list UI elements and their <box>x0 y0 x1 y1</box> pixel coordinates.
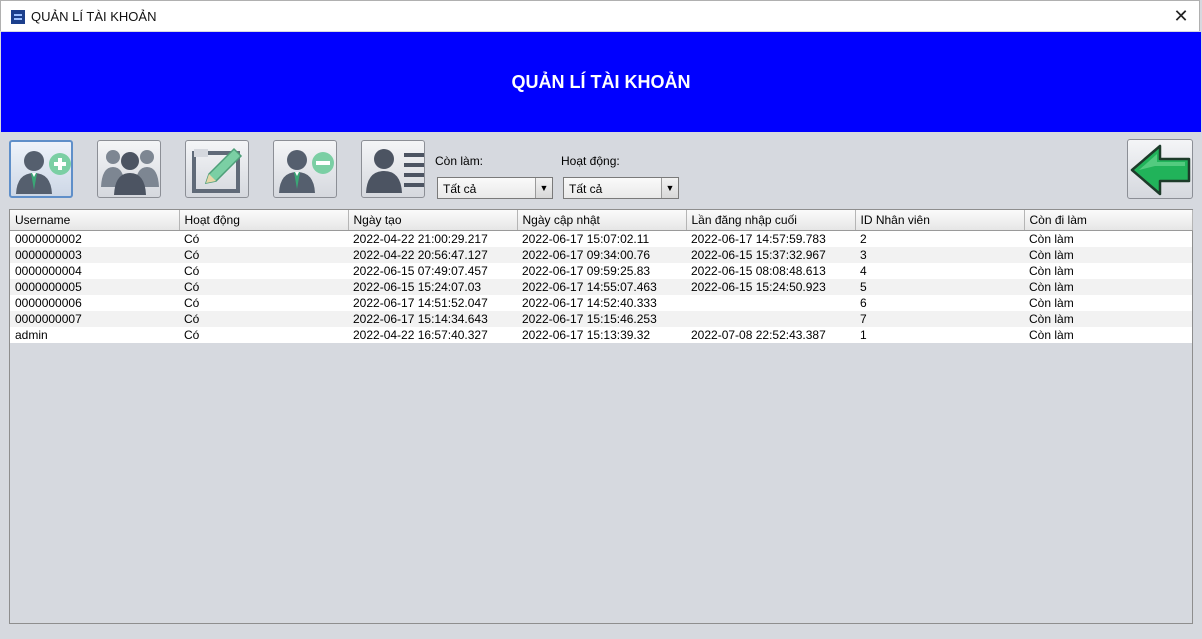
add-user-icon <box>16 151 71 194</box>
window-title: QUẢN LÍ TÀI KHOẢN <box>31 9 157 24</box>
table-cell[interactable]: 2022-06-17 15:15:46.253 <box>517 311 686 327</box>
table-cell[interactable]: 2022-06-15 15:24:07.03 <box>348 279 517 295</box>
column-header[interactable]: Hoạt động <box>179 210 349 231</box>
table-cell[interactable]: 1 <box>855 327 1024 343</box>
chevron-down-icon: ▼ <box>661 178 678 198</box>
table-cell[interactable]: Còn làm <box>1024 327 1192 343</box>
users-group-icon <box>101 150 159 195</box>
remove-user-button[interactable] <box>273 140 337 198</box>
table-cell[interactable] <box>686 295 855 311</box>
table-cell[interactable]: 0000000003 <box>10 247 179 263</box>
table-row[interactable]: admin Có 2022-04-22 16:57:40.327 2022-06-17… <box>10 327 1192 343</box>
table-cell[interactable]: admin <box>10 327 179 343</box>
column-header[interactable]: Ngày tạo <box>348 210 518 231</box>
table-cell[interactable]: 6 <box>855 295 1024 311</box>
table-cell[interactable]: Có <box>179 230 348 247</box>
table-cell[interactable]: 0000000006 <box>10 295 179 311</box>
close-button[interactable]: ✕ <box>1171 5 1191 27</box>
table-cell[interactable]: 4 <box>855 263 1024 279</box>
table-cell[interactable]: 2022-06-17 14:51:52.047 <box>348 295 517 311</box>
table-row[interactable]: 0000000006 Có 2022-06-17 14:51:52.047 2022-… <box>10 295 1192 311</box>
table-cell[interactable]: 0000000004 <box>10 263 179 279</box>
header-banner: QUẢN LÍ TÀI KHOẢN <box>1 32 1201 132</box>
table-cell[interactable]: 2022-06-17 14:57:59.783 <box>686 230 855 247</box>
edit-button[interactable] <box>185 140 249 198</box>
table-cell[interactable]: 2022-04-22 16:57:40.327 <box>348 327 517 343</box>
table-cell[interactable]: 2022-06-17 09:59:25.83 <box>517 263 686 279</box>
chevron-down-icon: ▼ <box>535 178 552 198</box>
table-cell[interactable]: Còn làm <box>1024 230 1192 247</box>
edit-icon <box>192 147 243 193</box>
back-arrow-icon <box>1130 144 1191 196</box>
user-details-button[interactable] <box>361 140 425 198</box>
column-header[interactable]: Ngày cập nhật <box>517 210 687 231</box>
con-lam-value: Tất cả <box>443 182 477 196</box>
table-cell[interactable]: Có <box>179 295 348 311</box>
hoat-dong-select[interactable]: Tất cả ▼ <box>563 177 679 199</box>
column-header[interactable]: Còn đi làm <box>1024 210 1193 231</box>
table-cell[interactable]: 5 <box>855 279 1024 295</box>
table-cell[interactable]: Có <box>179 279 348 295</box>
con-lam-label: Còn làm: <box>435 154 484 168</box>
table-cell[interactable]: 2022-06-17 15:07:02.11 <box>517 230 686 247</box>
accounts-table[interactable]: Username Hoạt động Ngày tạo Ngày cập nhậ… <box>9 209 1193 624</box>
table-cell[interactable]: 2022-06-17 14:55:07.463 <box>517 279 686 295</box>
table-cell[interactable]: Có <box>179 327 348 343</box>
table-cell[interactable]: 2022-06-17 14:52:40.333 <box>517 295 686 311</box>
table-cell[interactable]: 2022-06-17 15:14:34.643 <box>348 311 517 327</box>
page-title: QUẢN LÍ TÀI KHOẢN <box>511 72 691 92</box>
con-lam-select[interactable]: Tất cả ▼ <box>437 177 553 199</box>
users-group-button[interactable] <box>97 140 161 198</box>
app-icon <box>11 10 25 24</box>
table-cell[interactable]: 2022-04-22 20:56:47.127 <box>348 247 517 263</box>
table-cell[interactable] <box>686 311 855 327</box>
table-cell[interactable]: 2022-06-15 15:24:50.923 <box>686 279 855 295</box>
table-cell[interactable]: Còn làm <box>1024 279 1192 295</box>
table-cell[interactable]: Có <box>179 247 348 263</box>
column-header[interactable]: Lần đăng nhập cuối <box>686 210 856 231</box>
table-cell[interactable]: 2022-06-15 07:49:07.457 <box>348 263 517 279</box>
table-cell[interactable]: Có <box>179 311 348 327</box>
add-user-button[interactable] <box>9 140 73 198</box>
table-cell[interactable]: 2022-06-15 08:08:48.613 <box>686 263 855 279</box>
table-row[interactable]: 0000000004 Có 2022-06-15 07:49:07.457 2022-… <box>10 263 1192 279</box>
table-cell[interactable]: 2022-07-08 22:52:43.387 <box>686 327 855 343</box>
table-cell[interactable]: 0000000007 <box>10 311 179 327</box>
table-row[interactable]: 0000000003 Có 2022-04-22 20:56:47.127 2022-… <box>10 247 1192 263</box>
table-cell[interactable]: 2 <box>855 230 1024 247</box>
table-cell[interactable]: 7 <box>855 311 1024 327</box>
user-details-icon <box>366 149 424 193</box>
hoat-dong-label: Hoạt động: <box>561 154 620 168</box>
table-cell[interactable]: 2022-06-17 09:34:00.76 <box>517 247 686 263</box>
table-cell[interactable]: 0000000002 <box>10 230 179 247</box>
remove-user-icon <box>279 150 334 193</box>
title-bar: QUẢN LÍ TÀI KHOẢN ✕ <box>0 0 1200 31</box>
table-cell[interactable]: Còn làm <box>1024 263 1192 279</box>
hoat-dong-value: Tất cả <box>569 182 603 196</box>
table-cell[interactable]: 2022-06-15 15:37:32.967 <box>686 247 855 263</box>
table-cell[interactable]: 2022-04-22 21:00:29.217 <box>348 230 517 247</box>
table-cell[interactable]: 2022-06-17 15:13:39.32 <box>517 327 686 343</box>
table-cell[interactable]: Còn làm <box>1024 295 1192 311</box>
table-row[interactable]: 0000000007 Có 2022-06-17 15:14:34.643 2022-… <box>10 311 1192 327</box>
table-cell[interactable]: Còn làm <box>1024 311 1192 327</box>
table-cell[interactable]: 3 <box>855 247 1024 263</box>
table-cell[interactable]: Còn làm <box>1024 247 1192 263</box>
table-row[interactable]: 0000000002 Có 2022-04-22 21:00:29.217 2022-… <box>10 230 1192 247</box>
table-row[interactable]: 0000000005 Có 2022-06-15 15:24:07.03 2022-0… <box>10 279 1192 295</box>
column-header[interactable]: Username <box>10 210 180 231</box>
table-header-row: Username Hoạt động Ngày tạo Ngày cập nhậ… <box>10 210 1193 231</box>
table-cell[interactable]: 0000000005 <box>10 279 179 295</box>
column-header[interactable]: ID Nhân viên <box>855 210 1025 231</box>
back-button[interactable] <box>1127 139 1193 199</box>
table-cell[interactable]: Có <box>179 263 348 279</box>
